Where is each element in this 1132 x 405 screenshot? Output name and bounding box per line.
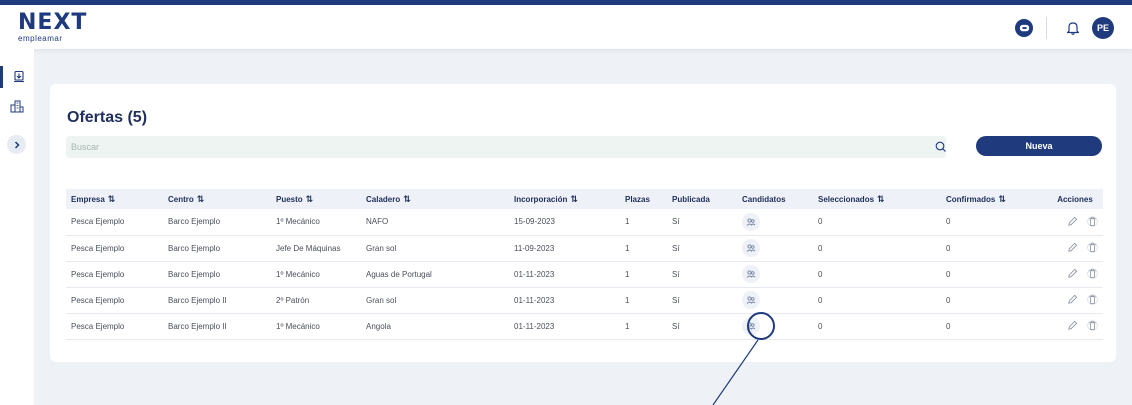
- annotation-pointer-line: [712, 339, 759, 405]
